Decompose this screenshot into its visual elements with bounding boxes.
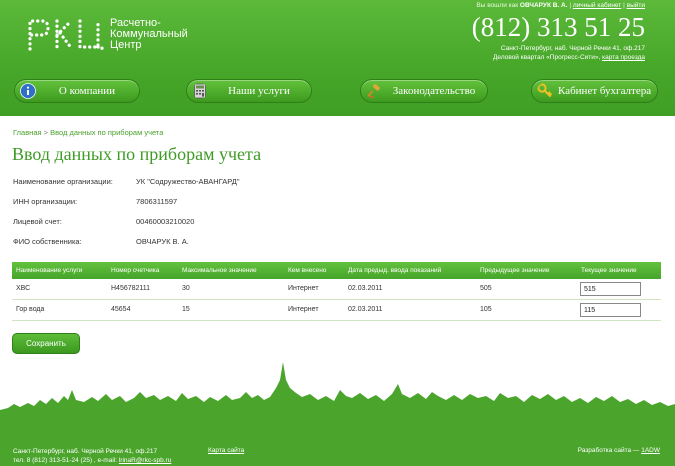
key-icon <box>537 83 553 98</box>
personal-cabinet-link[interactable]: личный кабинет <box>573 2 621 9</box>
breadcrumb-current: Ввод данных по приборам учета <box>50 128 164 137</box>
nav-services[interactable]: Наши услуги <box>186 79 312 103</box>
column-header: Дата предыд. ввода показаний <box>348 267 442 274</box>
gavel-icon <box>366 83 380 99</box>
org-name-value: УК "Содружество-АВАНГАРД" <box>136 177 240 186</box>
by-cell: Интернет <box>288 306 319 313</box>
separator: | <box>569 2 572 9</box>
rkc-logo[interactable] <box>26 18 106 52</box>
org-name-label: Наименование организации: <box>13 177 113 186</box>
nav-legislation[interactable]: Законодательство <box>360 79 488 103</box>
breadcrumb-separator: > <box>43 128 49 137</box>
logout-link[interactable]: выйти <box>627 2 645 9</box>
nav-label: О компании <box>58 85 116 97</box>
footer-address: Санкт-Петербург, наб. Черной Речки 41, о… <box>13 447 171 465</box>
developer-credit: Разработка сайта — 1ADW <box>578 447 660 454</box>
footer-email-link[interactable]: lrinaR@rkc-spb.ru <box>119 457 171 464</box>
breadcrumb: Главная > Ввод данных по приборам учета <box>13 128 163 137</box>
column-header: Максимальное значение <box>182 267 257 274</box>
nav-label: Наши услуги <box>228 85 290 97</box>
nav-accountant-cabinet[interactable]: Кабинет бухгалтера <box>531 79 658 103</box>
prev-cell: 105 <box>480 306 492 313</box>
max-cell: 30 <box>182 285 190 292</box>
account-label: Лицевой счет: <box>13 217 62 226</box>
nav-label: Законодательство <box>392 85 476 97</box>
date-cell: 02.03.2011 <box>348 306 383 313</box>
sitemap-link[interactable]: Карта сайта <box>208 447 244 454</box>
footer-contacts: тел. 8 (812) 313-51-24 (25) , e-mail: <box>13 457 118 464</box>
prev-cell: 505 <box>480 285 492 292</box>
user-bar: Вы вошли как ОВЧАРУК В. А. | личный каби… <box>476 2 645 9</box>
developer-link[interactable]: 1ADW <box>641 447 660 454</box>
logo-text-line: Центр <box>110 39 142 51</box>
service-cell: ХВС <box>16 285 31 292</box>
max-cell: 15 <box>182 306 190 313</box>
meter-cell: Н456782111 <box>111 285 151 292</box>
footer-address-line: Санкт-Петербург, наб. Черной Речки 41, о… <box>13 448 158 455</box>
developer-prefix: Разработка сайта — <box>577 447 640 454</box>
inn-label: ИНН организации: <box>13 197 78 206</box>
user-name: ОВЧАРУК В. А. <box>519 2 568 9</box>
phone-number: (812) 313 51 25 <box>471 12 645 42</box>
account-value: 00460003210020 <box>136 217 195 226</box>
table-row: Гор вода 45654 15 Интернет 02.03.2011 10… <box>12 300 661 321</box>
address-line: Санкт-Петербург, наб. Черной Речки 41, о… <box>500 45 645 52</box>
meters-table: Наименование услуги Номер счетчика Макси… <box>12 262 661 321</box>
inn-value: 7806311597 <box>136 197 178 206</box>
date-cell: 02.03.2011 <box>348 285 383 292</box>
map-link[interactable]: карта проезда <box>602 54 645 61</box>
calculator-icon <box>194 83 206 99</box>
user-prefix: Вы вошли как <box>476 2 519 9</box>
column-header: Кем внесено <box>288 267 327 274</box>
save-button[interactable]: Сохранить <box>12 333 80 354</box>
service-cell: Гор вода <box>16 306 45 313</box>
info-icon <box>20 83 36 99</box>
column-header: Текущее значение <box>581 267 637 274</box>
header-address: Санкт-Петербург, наб. Черной Речки 41, о… <box>493 44 645 62</box>
table-row: ХВС Н456782111 30 Интернет 02.03.2011 50… <box>12 279 661 300</box>
page-title: Ввод данных по приборам учета <box>12 144 262 164</box>
nav-about[interactable]: О компании <box>14 79 140 103</box>
current-value-input[interactable] <box>580 282 641 296</box>
nav-label: Кабинет бухгалтера <box>558 85 652 97</box>
by-cell: Интернет <box>288 285 319 292</box>
column-header: Номер счетчика <box>111 267 160 274</box>
address-line: Деловой квартал «Прогресс-Сити», <box>493 54 601 61</box>
column-header: Предыдущее значение <box>480 267 550 274</box>
meter-cell: 45654 <box>111 306 131 313</box>
owner-value: ОВЧАРУК В. А. <box>136 237 189 246</box>
current-value-input[interactable] <box>580 303 641 317</box>
logo-text: Расчетно- Коммунальный Центр <box>110 18 220 51</box>
table-header: Наименование услуги Номер счетчика Макси… <box>12 262 661 279</box>
separator: | <box>623 2 625 9</box>
column-header: Наименование услуги <box>16 267 83 274</box>
breadcrumb-home-link[interactable]: Главная <box>13 128 42 137</box>
owner-label: ФИО собственника: <box>13 237 82 246</box>
